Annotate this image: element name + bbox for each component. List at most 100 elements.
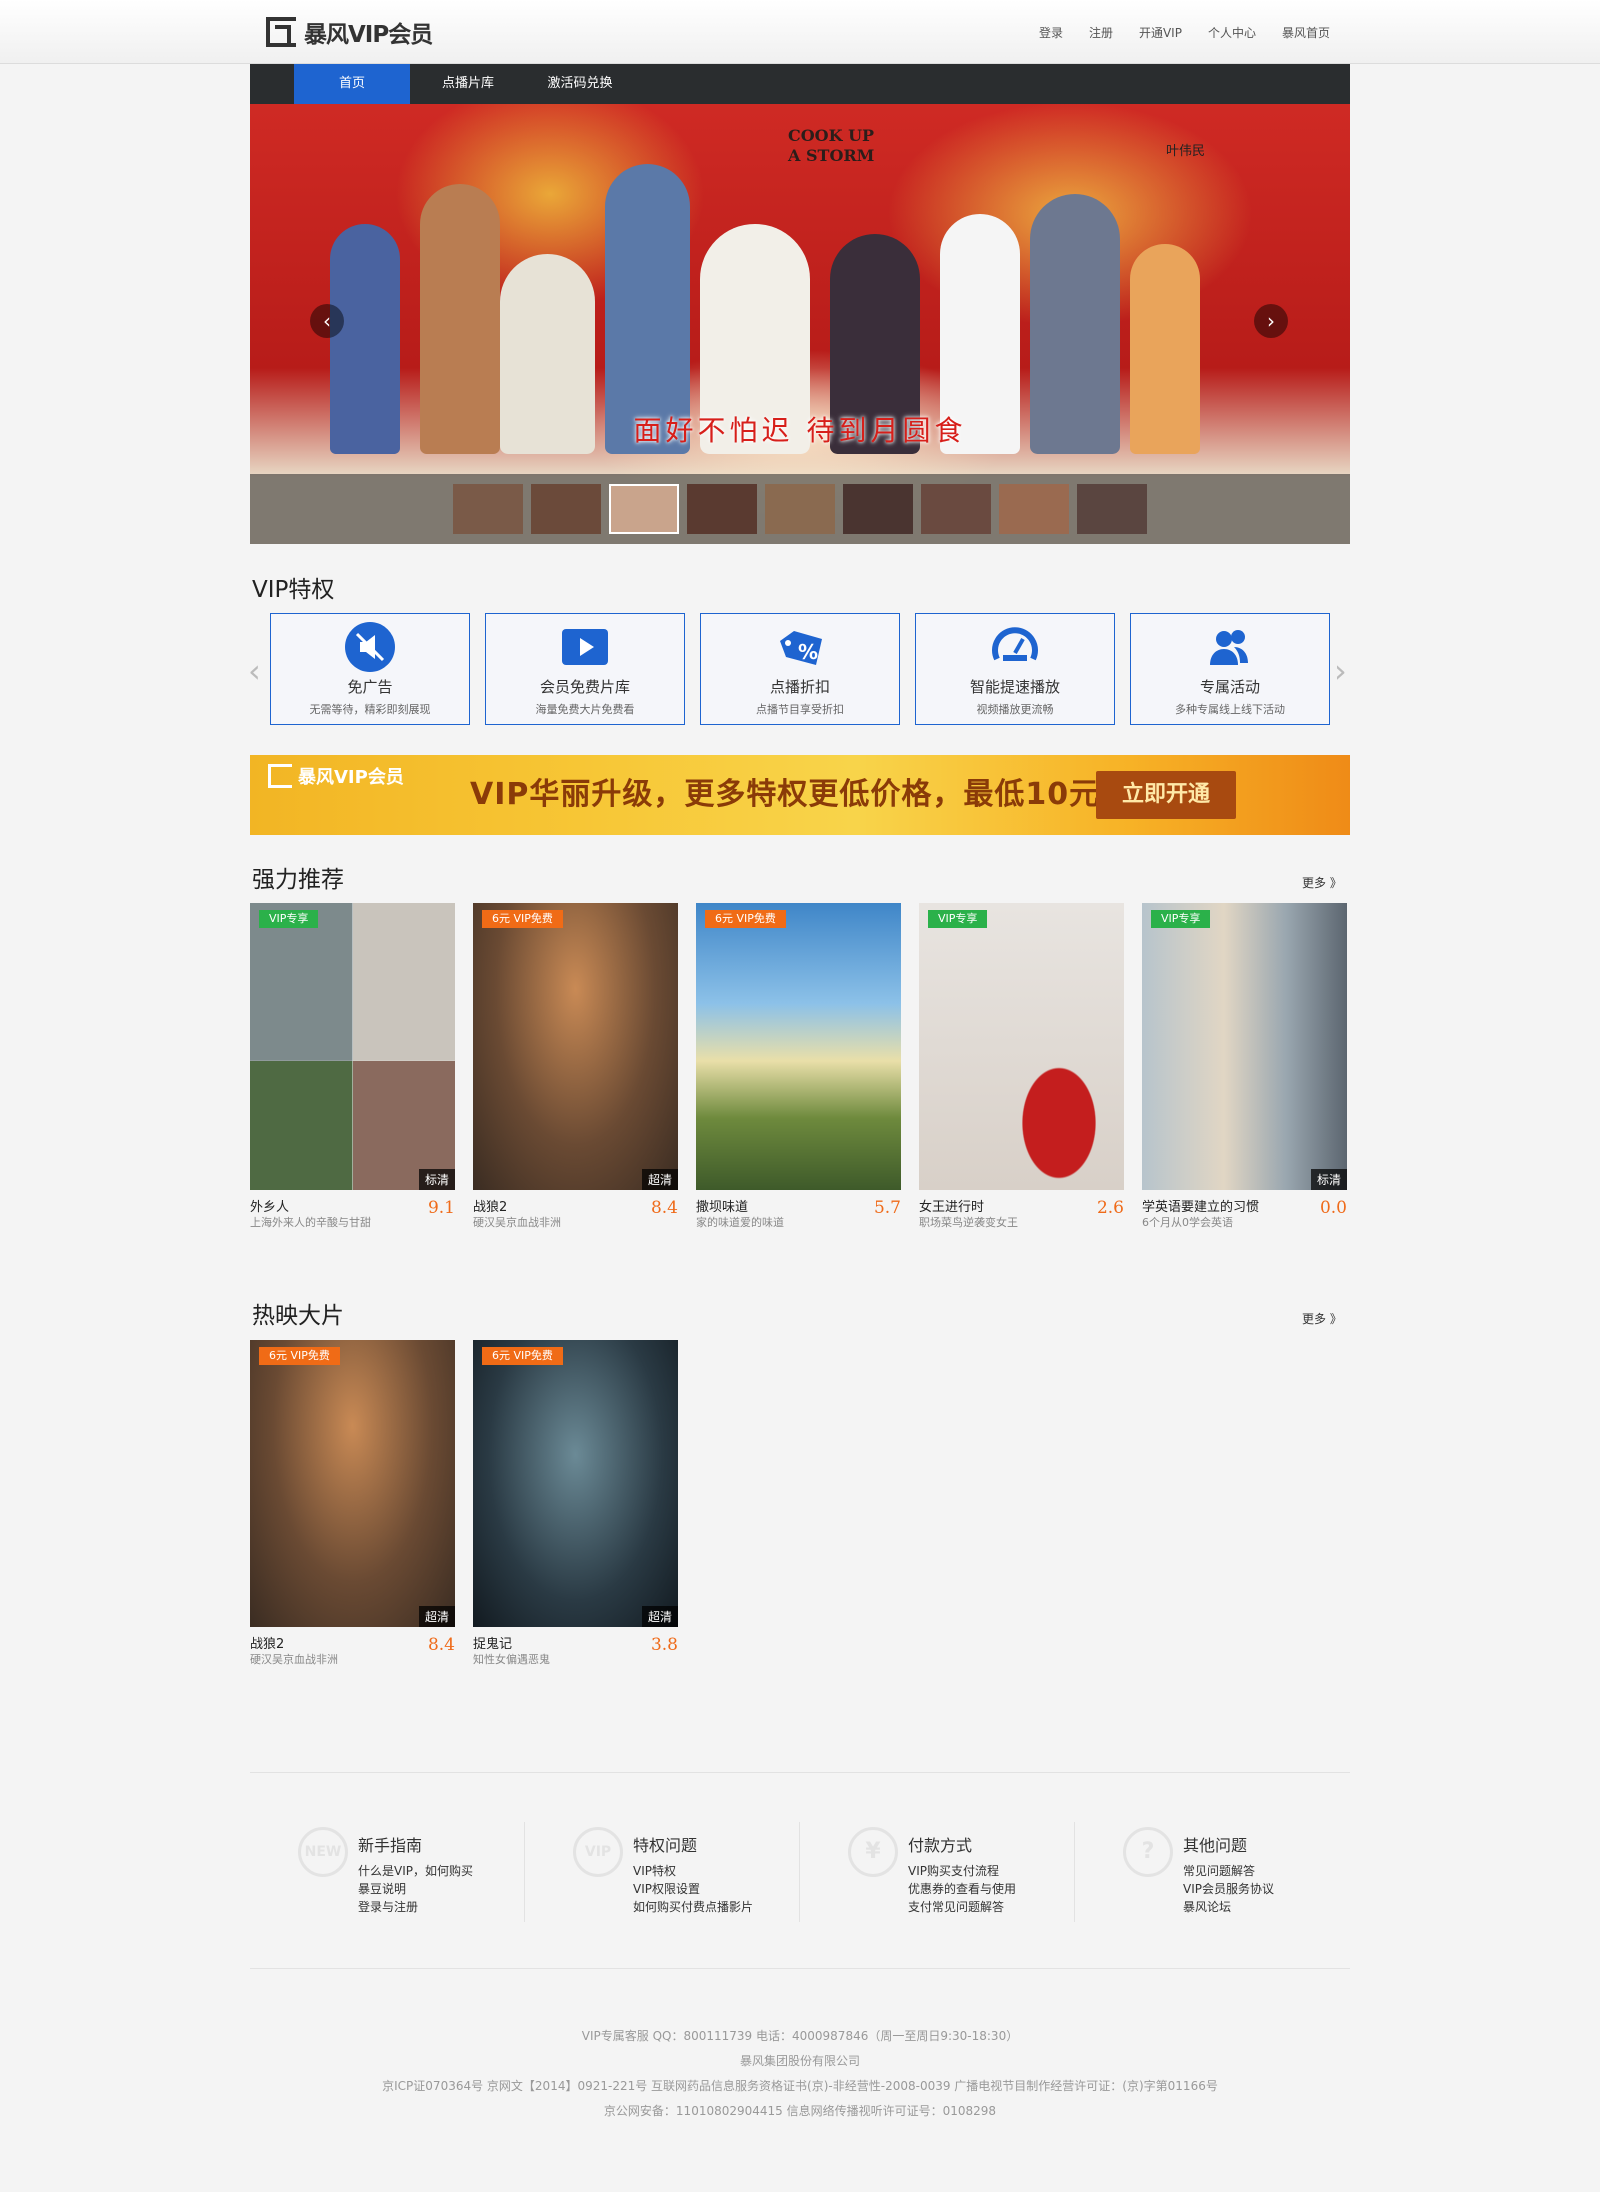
movie-title[interactable]: 学英语要建立的习惯	[1142, 1196, 1259, 1215]
movie-desc: 职场菜鸟逆袭变女王	[919, 1216, 1018, 1229]
quality-badge: 标清	[1310, 1169, 1347, 1190]
hero-thumbnail[interactable]	[999, 484, 1069, 534]
nav-activation-code[interactable]: 激活码兑换	[526, 64, 634, 104]
open-now-button[interactable]: 立即开通	[1096, 771, 1236, 819]
hero-thumbnail-active[interactable]	[609, 484, 679, 534]
baofeng-home-link[interactable]: 暴风首页	[1282, 24, 1330, 41]
help-link[interactable]: 如何购买付费点播影片	[633, 1898, 753, 1916]
footer-security: 京公网安备：11010802904415 信息网络传播视听许可证号：010829…	[603, 2104, 997, 2118]
movie-title[interactable]: 女王进行时	[919, 1196, 984, 1215]
logo-text: 暴风VIP会员	[304, 22, 433, 48]
hero-thumbnail[interactable]	[765, 484, 835, 534]
help-link[interactable]: VIP会员服务协议	[1183, 1880, 1274, 1898]
chevron-right-icon[interactable]: ›	[1254, 304, 1288, 338]
movie-title[interactable]: 捉鬼记	[473, 1633, 512, 1652]
movie-title[interactable]: 战狼2	[250, 1633, 284, 1652]
movie-card[interactable]: 6元 VIP免费 撒坝味道 家的味道爱的味道 5.7	[696, 903, 901, 1230]
register-link[interactable]: 注册	[1089, 24, 1113, 41]
footer-licenses: 京ICP证070364号 京网文【2014】0921-221号 互联网药品信息服…	[382, 2079, 1218, 2093]
help-link[interactable]: 支付常见问题解答	[908, 1898, 1016, 1916]
hero-thumbnail[interactable]	[921, 484, 991, 534]
privilege-title: 点播折扣	[769, 678, 830, 696]
privilege-no-ads[interactable]: 免广告 无需等待，精彩即刻展现	[270, 613, 470, 725]
recommended-more-link[interactable]: 更多 》	[1302, 874, 1342, 891]
movie-desc: 硬汉吴京血战非洲	[250, 1653, 338, 1666]
help-link[interactable]: 登录与注册	[358, 1898, 473, 1916]
main-nav: 首页 点播片库 激活码兑换	[250, 64, 1350, 104]
help-title: 特权问题	[633, 1836, 698, 1855]
help-section: NEW 新手指南 什么是VIP，如何购买 暴豆说明 登录与注册 VIP 特权问题…	[250, 1822, 1350, 1922]
privilege-title: 会员免费片库	[539, 678, 630, 696]
privilege-exclusive-events[interactable]: 专属活动 多种专属线上线下活动	[1130, 613, 1330, 725]
help-link[interactable]: 暴豆说明	[358, 1880, 473, 1898]
movie-card[interactable]: 6元 VIP免费 超清 战狼2 硬汉吴京血战非洲 8.4	[473, 903, 678, 1230]
movie-desc: 家的味道爱的味道	[696, 1216, 784, 1229]
movie-title[interactable]: 撒坝味道	[696, 1196, 748, 1215]
no-ads-icon	[344, 621, 396, 673]
site-footer: VIP专属客服 QQ：800111739 电话：4000987846（周一至周日…	[0, 2024, 1600, 2124]
chevron-right-icon[interactable]: ›	[1334, 652, 1347, 690]
help-link[interactable]: 什么是VIP，如何购买	[358, 1862, 473, 1880]
movie-card[interactable]: VIP专享 女王进行时 职场菜鸟逆袭变女王 2.6	[919, 903, 1124, 1230]
help-link[interactable]: VIP特权	[633, 1862, 753, 1880]
movie-desc: 知性女偏遇恶鬼	[473, 1653, 550, 1666]
hero-thumbnail[interactable]	[531, 484, 601, 534]
nav-vod-library[interactable]: 点播片库	[410, 64, 526, 104]
vip-badge: VIP专享	[1151, 910, 1211, 928]
privilege-vod-discount[interactable]: % 点播折扣 点播节目享受折扣	[700, 613, 900, 725]
movie-card[interactable]: VIP专享 标清 外乡人 上海外来人的辛酸与甘甜 9.1	[250, 903, 455, 1230]
movie-score: 9.1	[427, 1198, 455, 1218]
movie-score: 3.8	[650, 1635, 678, 1655]
site-logo[interactable]: 暴风VIP会员	[266, 16, 433, 48]
open-vip-link[interactable]: 开通VIP	[1139, 24, 1182, 41]
movie-poster[interactable]: 6元 VIP免费 超清	[473, 1340, 678, 1627]
movie-title[interactable]: 外乡人	[250, 1196, 289, 1215]
hot-movies-more-link[interactable]: 更多 》	[1302, 1310, 1342, 1327]
hero-title: 面好不怕迟 待到月圆食	[633, 414, 967, 447]
privilege-desc: 海量免费大片免费看	[535, 703, 635, 716]
recommended-heading: 强力推荐	[252, 867, 344, 893]
vip-badge: 6元 VIP免费	[482, 1347, 563, 1365]
privilege-title: 免广告	[347, 678, 393, 696]
vip-badge: VIP专享	[928, 910, 988, 928]
movie-poster[interactable]: 6元 VIP免费 超清	[250, 1340, 455, 1627]
movie-poster[interactable]: VIP专享 标清	[1142, 903, 1347, 1190]
hero-thumbnail[interactable]	[453, 484, 523, 534]
vip-privileges-list: 免广告 无需等待，精彩即刻展现 会员免费片库 海量免费大片免费看 % 点播折扣 …	[270, 613, 1330, 725]
help-link[interactable]: VIP购买支付流程	[908, 1862, 1016, 1880]
user-center-link[interactable]: 个人中心	[1208, 24, 1256, 41]
privilege-smart-speedup[interactable]: 智能提速播放 视频播放更流畅	[915, 613, 1115, 725]
vip-privileges-heading: VIP特权	[252, 577, 335, 603]
help-link[interactable]: 暴风论坛	[1183, 1898, 1274, 1916]
discount-tag-icon: %	[774, 621, 826, 673]
help-link[interactable]: 优惠券的查看与使用	[908, 1880, 1016, 1898]
hero-thumbnail[interactable]	[1077, 484, 1147, 534]
privilege-free-library[interactable]: 会员免费片库 海量免费大片免费看	[485, 613, 685, 725]
movie-poster[interactable]: 6元 VIP免费	[696, 903, 901, 1190]
top-bar: 暴风VIP会员 登录 注册 开通VIP 个人中心 暴风首页	[0, 0, 1600, 64]
chevron-left-icon[interactable]: ‹	[248, 652, 261, 690]
help-title: 新手指南	[358, 1836, 423, 1855]
nav-home[interactable]: 首页	[294, 64, 410, 104]
movie-title[interactable]: 战狼2	[473, 1196, 507, 1215]
hero-thumbnail[interactable]	[687, 484, 757, 534]
hero-banner[interactable]: COOK UP A STORM 叶伟民 面好不怕迟 待到月圆食 ‹ ›	[250, 104, 1350, 544]
hero-english-title: COOK UP A STORM	[788, 126, 875, 165]
login-link[interactable]: 登录	[1039, 24, 1063, 41]
vip-promo-banner[interactable]: 暴风VIP会员 VIP华丽升级，更多特权更低价格，最低10元/月起！ 立即开通	[250, 755, 1350, 835]
movie-score: 8.4	[427, 1635, 455, 1655]
movie-card[interactable]: 6元 VIP免费 超清 战狼2 硬汉吴京血战非洲 8.4	[250, 1340, 455, 1667]
movie-score: 0.0	[1319, 1198, 1347, 1218]
chevron-left-icon[interactable]: ‹	[310, 304, 344, 338]
vip-badge: 6元 VIP免费	[482, 910, 563, 928]
svg-text:%: %	[798, 640, 818, 664]
movie-card[interactable]: VIP专享 标清 学英语要建立的习惯 6个月从0学会英语 0.0	[1142, 903, 1347, 1230]
movie-poster[interactable]: VIP专享 标清	[250, 903, 455, 1190]
movie-poster[interactable]: 6元 VIP免费 超清	[473, 903, 678, 1190]
movie-desc: 上海外来人的辛酸与甘甜	[250, 1216, 371, 1229]
movie-poster[interactable]: VIP专享	[919, 903, 1124, 1190]
hero-thumbnail[interactable]	[843, 484, 913, 534]
movie-card[interactable]: 6元 VIP免费 超清 捉鬼记 知性女偏遇恶鬼 3.8	[473, 1340, 678, 1667]
help-link[interactable]: VIP权限设置	[633, 1880, 753, 1898]
help-link[interactable]: 常见问题解答	[1183, 1862, 1274, 1880]
